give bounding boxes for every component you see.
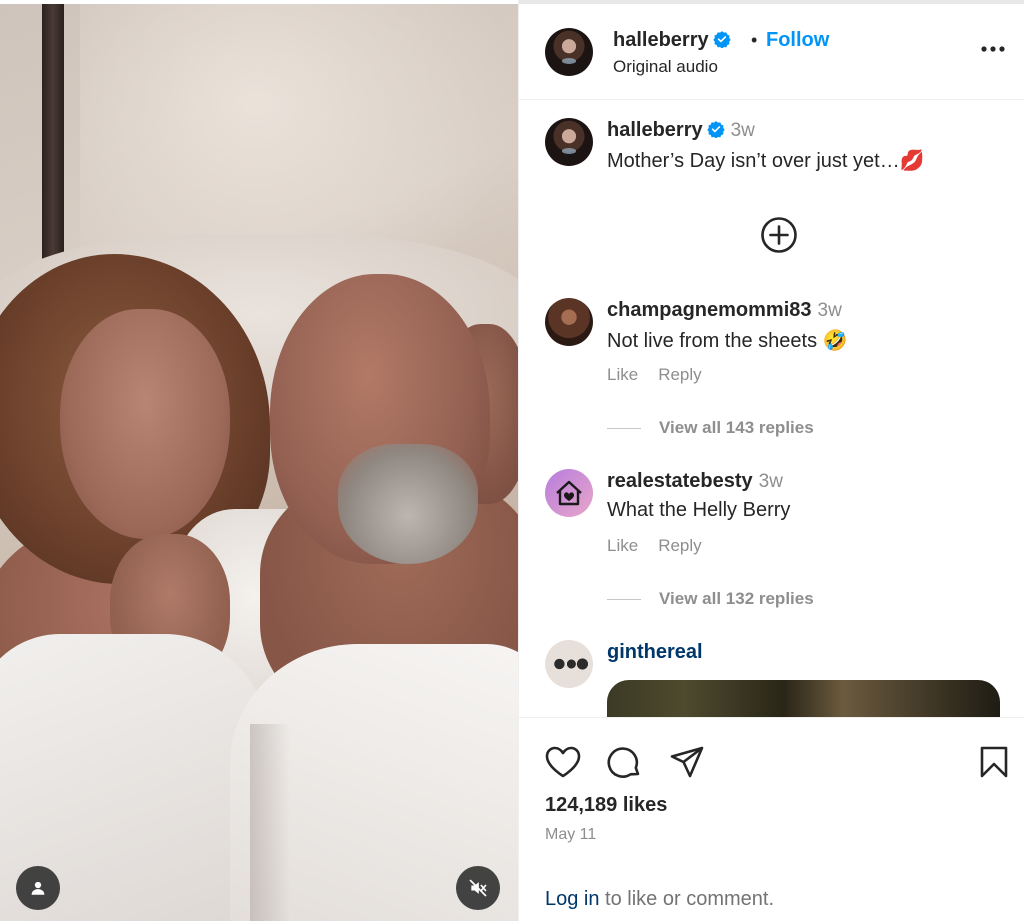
house-heart-icon xyxy=(556,480,582,506)
view-replies-label: View all 132 replies xyxy=(659,589,814,608)
audio-toggle-button[interactable] xyxy=(456,866,500,910)
comment-gif-image[interactable] xyxy=(607,680,1000,717)
comment-icon xyxy=(607,747,640,778)
photo-woman-face xyxy=(60,309,230,539)
view-replies-button[interactable]: View all 143 replies xyxy=(607,418,814,438)
commenter-username[interactable]: ginthereal xyxy=(607,641,703,664)
comment-reply-button[interactable]: Reply xyxy=(658,365,701,384)
comment-button[interactable] xyxy=(605,742,645,782)
replies-divider xyxy=(607,599,641,601)
muted-speaker-icon xyxy=(469,879,487,897)
comment-actions: Like Reply xyxy=(607,365,722,385)
share-button[interactable] xyxy=(667,742,707,782)
commenter-avatar[interactable] xyxy=(545,469,593,517)
more-options-icon xyxy=(981,46,1005,52)
caption-author-avatar[interactable] xyxy=(545,118,593,166)
login-link[interactable]: Log in xyxy=(545,888,600,910)
post-caption: halleberry 3w Mother’s Day isn’t over ju… xyxy=(519,118,1024,178)
comment-reply-button[interactable]: Reply xyxy=(658,536,701,555)
more-options-button[interactable] xyxy=(977,34,1009,64)
share-icon xyxy=(670,746,704,778)
comment-item: realestatebesty 3w What the Helly Berry L… xyxy=(519,469,1024,619)
comment-text: Not live from the sheets 🤣 xyxy=(607,330,848,352)
login-prompt-text: to like or comment. xyxy=(599,888,775,910)
verified-badge-icon xyxy=(712,31,731,48)
commenter-avatar[interactable] xyxy=(545,640,593,688)
photo-sheet-fold xyxy=(250,724,290,921)
verified-badge-icon xyxy=(706,121,725,138)
like-button[interactable] xyxy=(543,742,583,782)
photo-man-beard xyxy=(338,444,478,564)
likes-count[interactable]: 124,189 likes xyxy=(545,794,667,817)
post-actions: 124,189 likes May 11 Log in to like or c… xyxy=(519,717,1024,921)
author-avatar[interactable] xyxy=(545,28,593,76)
follow-button[interactable]: Follow xyxy=(766,29,829,52)
caption-author-username[interactable]: halleberry 3w xyxy=(607,119,755,142)
separator-dot: • xyxy=(751,30,758,50)
heart-icon xyxy=(545,746,581,778)
view-replies-label: View all 143 replies xyxy=(659,418,814,437)
post-sidebar: halleberry • Follow Original audio halle… xyxy=(518,0,1024,921)
tagged-users-button[interactable] xyxy=(16,866,60,910)
caption-text: Mother’s Day isn’t over just yet…💋 xyxy=(607,150,925,172)
comment-like-button[interactable]: Like xyxy=(607,536,638,555)
comment-time[interactable]: 3w xyxy=(818,300,842,321)
replies-divider xyxy=(607,428,641,430)
instagram-post-window: halleberry • Follow Original audio halle… xyxy=(0,0,1024,921)
comments-list[interactable]: halleberry 3w Mother’s Day isn’t over ju… xyxy=(519,101,1024,717)
post-media-video[interactable] xyxy=(0,4,518,921)
comment-actions: Like Reply xyxy=(607,536,722,556)
save-button[interactable] xyxy=(974,742,1014,782)
login-prompt: Log in to like or comment. xyxy=(545,888,774,911)
view-replies-button[interactable]: View all 132 replies xyxy=(607,589,814,609)
bookmark-icon xyxy=(980,746,1008,778)
add-circle-icon[interactable] xyxy=(760,216,798,254)
comment-like-button[interactable]: Like xyxy=(607,365,638,384)
comment-item: champagnemommi83 3w Not live from the she… xyxy=(519,298,1024,448)
comment-time[interactable]: 3w xyxy=(759,471,783,492)
comment-text: What the Helly Berry xyxy=(607,499,791,521)
original-audio-link[interactable]: Original audio xyxy=(613,57,718,77)
commenter-avatar[interactable] xyxy=(545,298,593,346)
commenter-username[interactable]: champagnemommi83 3w xyxy=(607,299,842,322)
caption-time[interactable]: 3w xyxy=(731,120,755,141)
post-header: halleberry • Follow Original audio xyxy=(519,4,1024,100)
post-date[interactable]: May 11 xyxy=(545,826,596,844)
commenter-username[interactable]: realestatebesty 3w xyxy=(607,470,783,493)
user-tag-icon xyxy=(31,881,45,895)
author-username[interactable]: halleberry xyxy=(613,29,731,52)
comment-item: ginthereal xyxy=(519,640,1024,717)
photo-headboard xyxy=(42,4,64,260)
